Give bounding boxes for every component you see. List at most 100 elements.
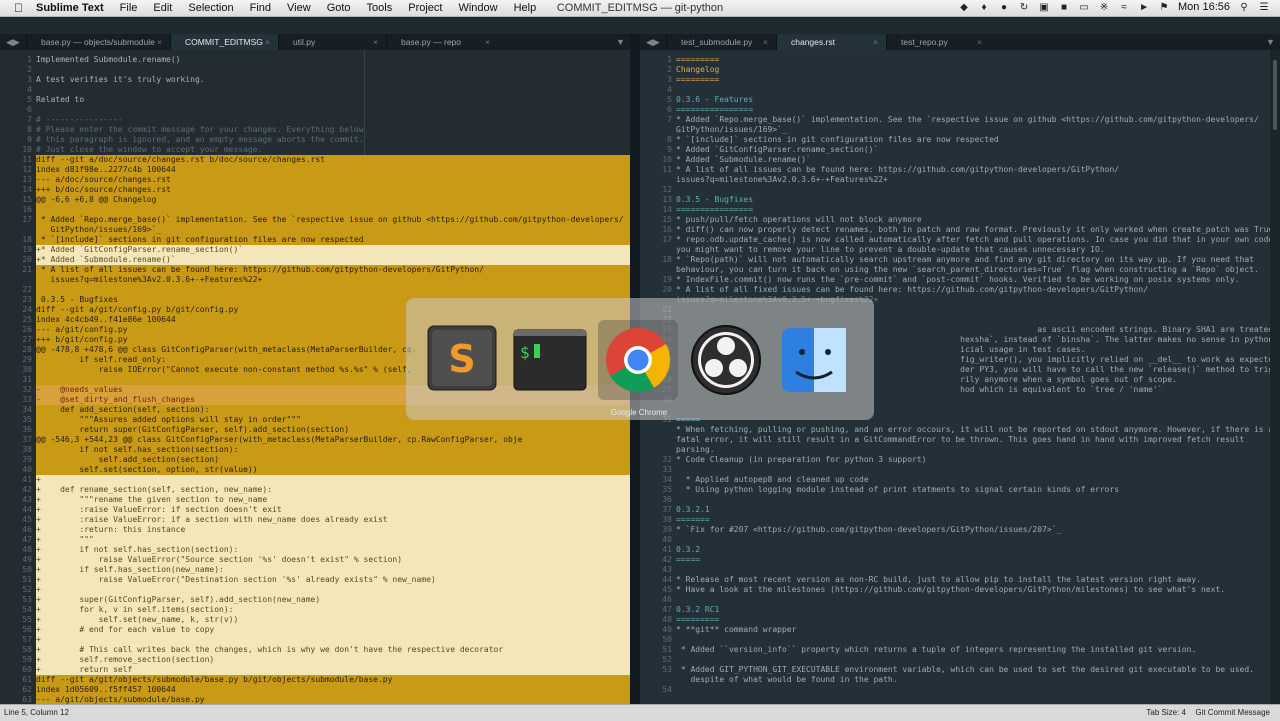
code-line[interactable]: + for k, v in self.items(section): [36,605,630,615]
screen-icon[interactable]: ▣ [1038,2,1050,13]
code-line[interactable]: 0.3.2 RC1 [676,605,1270,615]
code-line[interactable]: Implemented Submodule.rename() [36,55,630,65]
sublime-text-icon[interactable]: S [422,320,502,400]
code-line[interactable]: * Added `Repo.merge_base()` implementati… [676,115,1270,125]
menu-find[interactable]: Find [250,2,271,14]
code-line[interactable]: index d81f98e..2277c4b 100644 [36,165,630,175]
battery-icon[interactable]: ▭ [1078,2,1090,13]
menu-file[interactable]: File [120,2,138,14]
code-line[interactable] [36,205,630,215]
activity-icon[interactable]: ● [998,2,1010,13]
code-line[interactable]: * A list of all issues can be found here… [676,165,1270,175]
code-line[interactable]: + :return: this instance [36,525,630,535]
code-line[interactable]: * Code Cleanup (in preparation for pytho… [676,455,1270,465]
code-line[interactable] [676,185,1270,195]
code-line[interactable]: + super(GitConfigParser, self).add_secti… [36,595,630,605]
code-line[interactable]: + [36,635,630,645]
code-line[interactable]: * Have a look at the milestones (https:/… [676,585,1270,595]
code-line[interactable] [676,685,1270,695]
code-line[interactable]: despite of what would be found in the pa… [676,675,1270,685]
code-line[interactable]: * `Repo(path)` will not automatically se… [676,255,1270,265]
code-line[interactable]: + [36,475,630,485]
tab-dropdown-icon[interactable]: ▼ [1266,34,1275,50]
code-line[interactable]: ========= [676,615,1270,625]
tab-scroll-left-icon[interactable]: ◀▶ [646,34,660,50]
code-line[interactable]: * Added `Repo.merge_base()` implementati… [36,215,630,225]
record-icon[interactable]: ■ [1058,2,1070,13]
code-line[interactable]: A test verifies it's truly working. [36,75,630,85]
code-line[interactable]: * Added ``version_info`` property which … [676,645,1270,655]
close-icon[interactable]: × [873,34,878,50]
menu-goto[interactable]: Goto [327,2,351,14]
close-icon[interactable]: × [373,34,378,50]
code-line[interactable]: ========= [676,75,1270,85]
code-line[interactable]: # this paragraph is ignored, and an empt… [36,135,630,145]
menu-selection[interactable]: Selection [188,2,233,14]
code-line[interactable] [36,65,630,75]
code-line[interactable]: * `[include]` sections in git configurat… [676,135,1270,145]
code-line[interactable]: * Added `GitConfigParser.rename_section(… [676,145,1270,155]
code-line[interactable]: GitPython/issues/169>`_ [36,225,630,235]
code-line[interactable]: + if self.has_section(new_name): [36,565,630,575]
code-line[interactable]: ================ [676,205,1270,215]
tab-dropdown-icon[interactable]: ▼ [616,34,625,50]
code-line[interactable]: * repo.odb.update_cache() is now called … [676,235,1270,245]
code-line[interactable] [676,535,1270,545]
code-line[interactable]: * `[include]` sections in git configurat… [36,235,630,245]
code-line[interactable]: behaviour, you can turn it back on using… [676,265,1270,275]
menu-window[interactable]: Window [458,2,497,14]
terminal-icon[interactable]: $ [510,320,590,400]
code-line[interactable]: --- a/git/objects/submodule/base.py [36,695,630,704]
close-icon[interactable]: × [977,34,982,50]
code-line[interactable]: self.add_section(section) [36,455,630,465]
code-line[interactable]: self.set(section, option, str(value)) [36,465,630,475]
tab-util-py[interactable]: util.py × [278,34,386,50]
code-line[interactable]: # ---------------- [36,115,630,125]
code-line[interactable] [676,635,1270,645]
code-line[interactable]: +* Added `GitConfigParser.rename_section… [36,245,630,255]
code-line[interactable] [36,105,630,115]
code-line[interactable]: + self.remove_section(section) [36,655,630,665]
code-line[interactable]: * Added `Submodule.rename()` [676,155,1270,165]
time-machine-icon[interactable]: ↻ [1018,2,1030,13]
code-line[interactable]: * IndexFile.commit() now runs the `pre-c… [676,275,1270,285]
chrome-icon[interactable] [598,320,678,400]
syntax-selector[interactable]: Git Commit Message [1195,708,1270,717]
close-icon[interactable]: × [265,34,270,50]
tab-scroll-left-icon[interactable]: ◀▶ [6,34,20,50]
code-line[interactable]: return super(GitConfigParser, self).add_… [36,425,630,435]
menu-edit[interactable]: Edit [153,2,172,14]
code-line[interactable]: 0.3.2 [676,545,1270,555]
code-line[interactable]: # Just close the window to accept your m… [36,145,630,155]
code-line[interactable]: * Added GIT_PYTHON_GIT_EXECUTABLE enviro… [676,665,1270,675]
code-line[interactable]: + """rename the given section to new_nam… [36,495,630,505]
code-line[interactable]: + raise ValueError("Destination section … [36,575,630,585]
finder-icon[interactable] [774,320,854,400]
code-line[interactable]: ======= [676,515,1270,525]
clock[interactable]: Mon 16:56 [1178,1,1230,13]
code-line[interactable]: diff --git a/doc/source/changes.rst b/do… [36,155,630,165]
code-line[interactable] [676,85,1270,95]
close-icon[interactable]: × [763,34,768,50]
code-line[interactable]: + # This call writes back the changes, w… [36,645,630,655]
tab-base-py-repo[interactable]: base.py — repo × [386,34,498,50]
code-line[interactable]: you might want to remove your line to pr… [676,245,1270,255]
volume-icon[interactable]: ► [1138,2,1150,13]
code-line[interactable]: 0.3.5 - Bugfixes [676,195,1270,205]
code-line[interactable] [36,85,630,95]
tab-commit-editmsg[interactable]: COMMIT_EDITMSG × [170,34,278,50]
menu-view[interactable]: View [287,2,311,14]
code-line[interactable] [676,655,1270,665]
code-line[interactable]: fatal error, it will still result in a G… [676,435,1270,445]
code-line[interactable]: ================ [676,105,1270,115]
code-line[interactable] [676,595,1270,605]
menu-tools[interactable]: Tools [367,2,393,14]
tab-base-py-submodule[interactable]: base.py — objects/submodule × [26,34,170,50]
code-line[interactable]: index 1d05609..f5ff457 100644 [36,685,630,695]
code-line[interactable]: + return self [36,665,630,675]
notification-center-icon[interactable]: ☰ [1258,2,1270,13]
code-line[interactable]: + # end for each value to copy [36,625,630,635]
close-icon[interactable]: × [485,34,490,50]
vertical-scrollbar[interactable] [1270,50,1280,704]
menu-help[interactable]: Help [514,2,537,14]
